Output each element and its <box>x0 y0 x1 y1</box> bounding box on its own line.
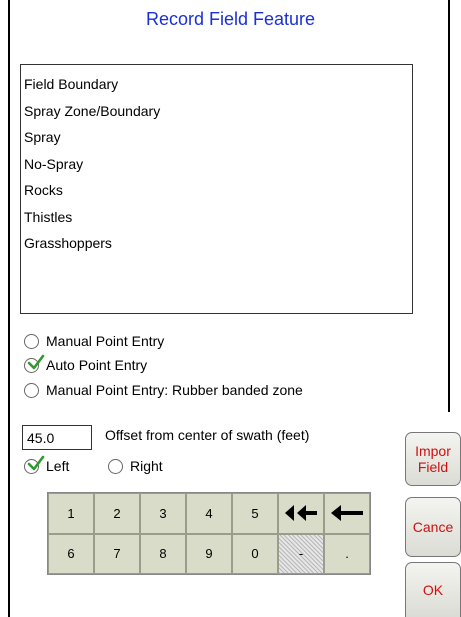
key-7[interactable]: 7 <box>94 533 140 574</box>
manual-point-entry-label: Manual Point Entry <box>46 333 165 349</box>
right-option[interactable]: Right <box>108 456 163 476</box>
feature-item-grasshoppers[interactable]: Grasshoppers <box>24 230 412 257</box>
window-right-border <box>448 0 450 412</box>
feature-item-spray-zone[interactable]: Spray Zone/Boundary <box>24 98 412 125</box>
key-4[interactable]: 4 <box>186 493 232 534</box>
checkmark-icon <box>27 354 45 369</box>
dialog-title: Record Field Feature <box>145 9 316 29</box>
key-0[interactable]: 0 <box>232 533 278 574</box>
right-label: Right <box>130 458 163 474</box>
offset-input[interactable] <box>22 425 92 450</box>
rubber-banded-entry-option[interactable]: Manual Point Entry: Rubber banded zone <box>24 380 303 400</box>
radio-button-left[interactable] <box>24 455 45 474</box>
ok-label: OK <box>422 582 444 598</box>
key-5[interactable]: 5 <box>232 493 278 534</box>
key-1[interactable]: 1 <box>48 493 94 534</box>
radio-button-auto[interactable] <box>24 354 45 373</box>
numeric-keypad: 1 2 3 4 5 6 7 8 9 0 - . <box>47 492 371 575</box>
double-arrow-left-icon <box>285 505 317 522</box>
import-field-label-line2: Field <box>417 459 449 475</box>
key-8[interactable]: 8 <box>140 533 186 574</box>
manual-point-entry-option[interactable]: Manual Point Entry <box>24 331 164 351</box>
key-minus[interactable]: - <box>278 533 324 574</box>
cancel-button[interactable]: Cance <box>405 497 461 557</box>
key-6[interactable]: 6 <box>48 533 94 574</box>
import-field-label-line1: Impor <box>415 443 451 459</box>
key-decimal[interactable]: . <box>324 533 370 574</box>
key-3[interactable]: 3 <box>140 493 186 534</box>
feature-item-rocks[interactable]: Rocks <box>24 177 412 204</box>
radio-button-right[interactable] <box>108 458 123 474</box>
window-left-border <box>8 0 10 617</box>
feature-item-spray[interactable]: Spray <box>24 124 412 151</box>
offset-label: Offset from center of swath (feet) <box>105 427 310 443</box>
cancel-label: Cance <box>412 519 454 535</box>
clear-all-key[interactable] <box>278 493 324 534</box>
import-field-button[interactable]: Impor Field <box>405 432 461 486</box>
feature-item-thistles[interactable]: Thistles <box>24 204 412 231</box>
checkmark-icon <box>27 455 45 470</box>
left-option[interactable]: Left <box>24 455 70 476</box>
left-label: Left <box>46 458 70 474</box>
backspace-key[interactable] <box>324 493 370 534</box>
radio-button-manual[interactable] <box>24 333 39 349</box>
feature-list[interactable]: Field Boundary Spray Zone/Boundary Spray… <box>20 64 413 314</box>
arrow-left-icon <box>331 505 363 522</box>
key-9[interactable]: 9 <box>186 533 232 574</box>
rubber-banded-entry-label: Manual Point Entry: Rubber banded zone <box>46 382 303 398</box>
feature-item-field-boundary[interactable]: Field Boundary <box>24 71 412 98</box>
ok-button[interactable]: OK <box>405 562 461 617</box>
auto-point-entry-label: Auto Point Entry <box>46 357 148 373</box>
radio-button-rubber[interactable] <box>24 382 39 398</box>
auto-point-entry-option[interactable]: Auto Point Entry <box>24 354 148 375</box>
key-2[interactable]: 2 <box>94 493 140 534</box>
feature-item-no-spray[interactable]: No-Spray <box>24 151 412 178</box>
